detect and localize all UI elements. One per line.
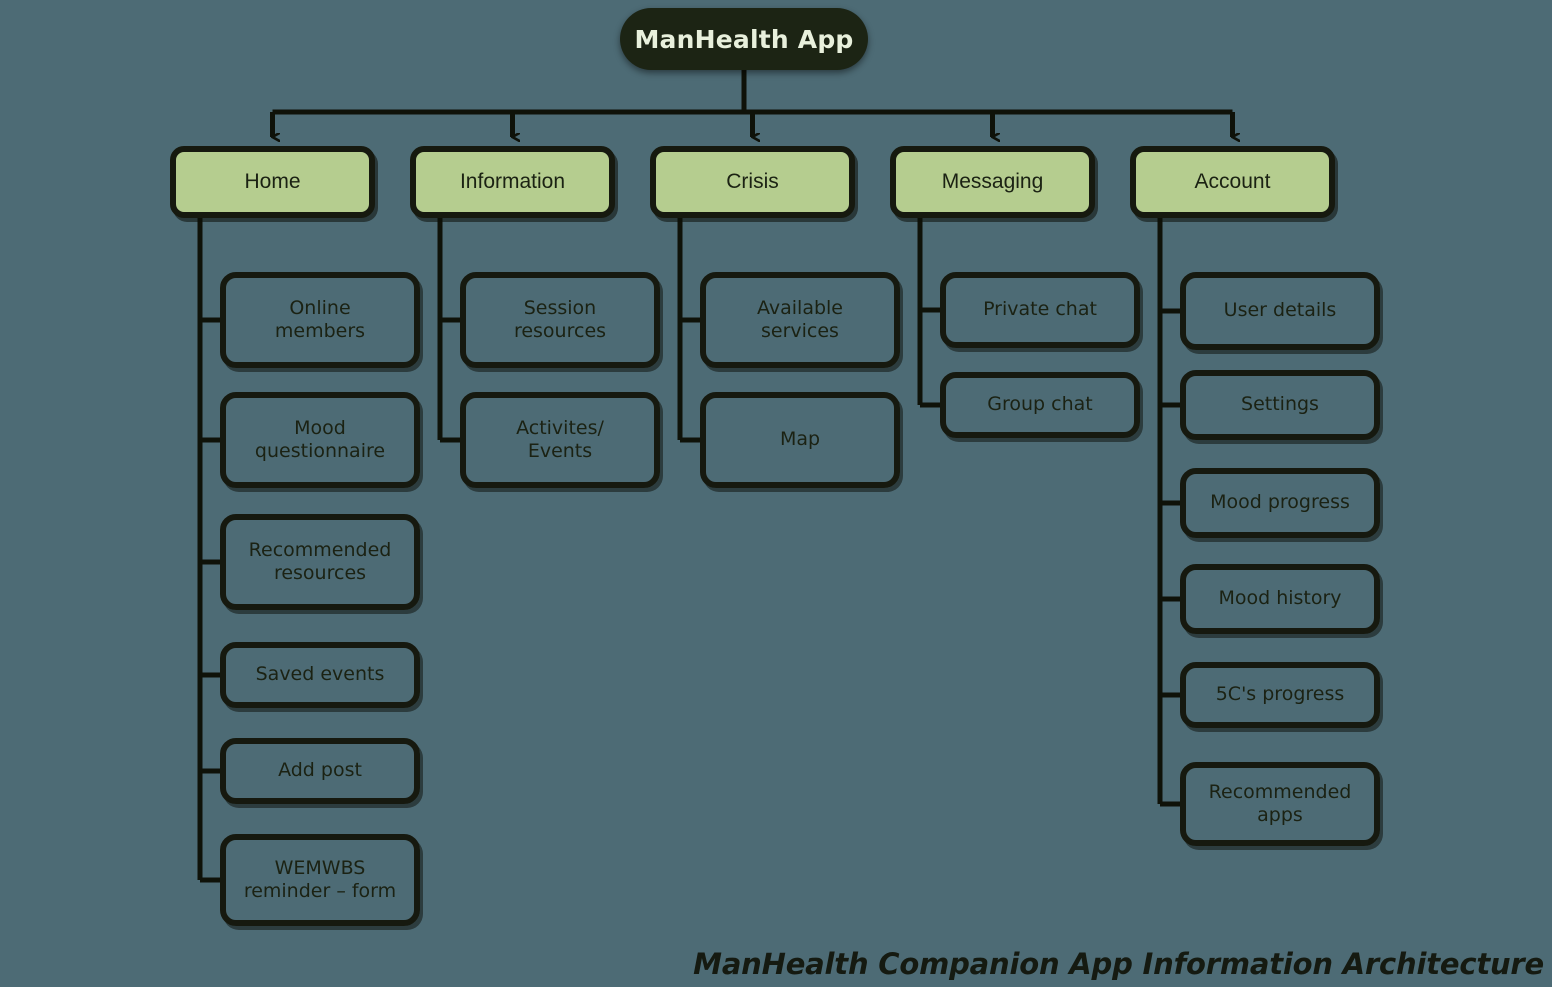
leaf-node-home-mood-questionnaire[interactable]: Mood questionnaire xyxy=(220,392,420,488)
section-node-messaging[interactable]: Messaging xyxy=(890,146,1095,218)
leaf-node-account-recommended-apps[interactable]: Recommended apps xyxy=(1180,762,1380,846)
section-node-account-label: Account xyxy=(1194,170,1271,193)
leaf-node-account-user-details-label: User details xyxy=(1223,299,1337,322)
leaf-node-account-5c-s-progress[interactable]: 5C's progress xyxy=(1180,662,1380,728)
leaf-node-home-saved-events[interactable]: Saved events xyxy=(220,642,420,708)
leaf-node-account-5c-s-progress-label: 5C's progress xyxy=(1215,683,1345,706)
leaf-node-information-activites-events[interactable]: Activites/ Events xyxy=(460,392,660,488)
section-node-account[interactable]: Account xyxy=(1130,146,1335,218)
leaf-node-information-session-resources[interactable]: Session resources xyxy=(460,272,660,368)
section-node-crisis-label: Crisis xyxy=(726,170,779,193)
leaf-node-home-mood-questionnaire-label: Mood questionnaire xyxy=(254,416,386,462)
leaf-node-messaging-group-chat[interactable]: Group chat xyxy=(940,372,1140,438)
leaf-node-crisis-map[interactable]: Map xyxy=(700,392,900,488)
leaf-node-account-settings[interactable]: Settings xyxy=(1180,370,1380,440)
leaf-node-account-recommended-apps-label: Recommended apps xyxy=(1208,780,1352,826)
leaf-node-messaging-group-chat-label: Group chat xyxy=(987,393,1093,416)
leaf-node-crisis-available-services[interactable]: Available services xyxy=(700,272,900,368)
diagram-caption: ManHealth Companion App Information Arch… xyxy=(693,947,1544,981)
leaf-node-crisis-available-services-label: Available services xyxy=(756,296,843,342)
leaf-node-home-recommended-resources[interactable]: Recommended resources xyxy=(220,514,420,610)
information-architecture-diagram: ManHealth App Home Online members Mood ques… xyxy=(0,0,1552,987)
section-node-information-label: Information xyxy=(459,170,566,193)
leaf-node-account-mood-progress[interactable]: Mood progress xyxy=(1180,468,1380,538)
section-node-messaging-label: Messaging xyxy=(941,170,1044,193)
section-node-home[interactable]: Home xyxy=(170,146,375,218)
section-node-information[interactable]: Information xyxy=(410,146,615,218)
section-node-crisis[interactable]: Crisis xyxy=(650,146,855,218)
leaf-node-home-recommended-resources-label: Recommended resources xyxy=(248,538,392,584)
section-node-home-label: Home xyxy=(244,170,301,193)
root-node-label: ManHealth App xyxy=(634,24,854,54)
leaf-node-messaging-private-chat[interactable]: Private chat xyxy=(940,272,1140,348)
leaf-node-home-wemwbs-reminder-form-label: WEMWBS reminder – form xyxy=(243,856,397,902)
leaf-node-messaging-private-chat-label: Private chat xyxy=(983,298,1097,321)
leaf-node-home-online-members-label: Online members xyxy=(274,296,366,342)
leaf-node-crisis-map-label: Map xyxy=(779,428,821,451)
root-node: ManHealth App xyxy=(620,8,868,70)
leaf-node-information-activites-events-label: Activites/ Events xyxy=(516,416,604,462)
leaf-node-home-saved-events-label: Saved events xyxy=(255,663,385,686)
leaf-node-account-mood-progress-label: Mood progress xyxy=(1210,491,1350,514)
leaf-node-information-session-resources-label: Session resources xyxy=(513,296,607,342)
leaf-node-home-add-post-label: Add post xyxy=(278,759,362,782)
leaf-node-account-mood-history[interactable]: Mood history xyxy=(1180,564,1380,634)
leaf-node-account-settings-label: Settings xyxy=(1241,393,1319,416)
leaf-node-account-user-details[interactable]: User details xyxy=(1180,272,1380,350)
leaf-node-home-add-post[interactable]: Add post xyxy=(220,738,420,804)
leaf-node-home-wemwbs-reminder-form[interactable]: WEMWBS reminder – form xyxy=(220,834,420,926)
leaf-node-account-mood-history-label: Mood history xyxy=(1218,587,1342,610)
leaf-node-home-online-members[interactable]: Online members xyxy=(220,272,420,368)
